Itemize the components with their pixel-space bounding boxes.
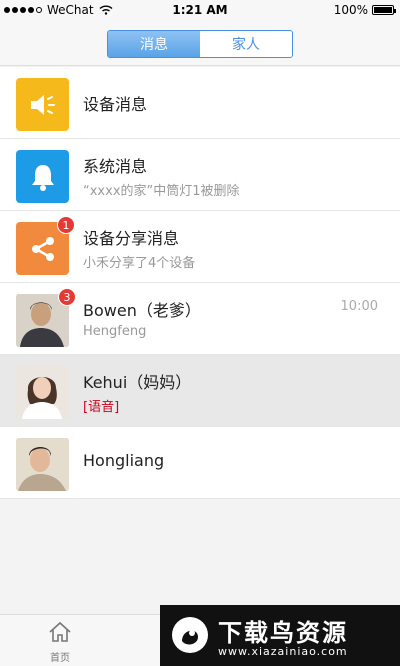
item-title: Hongliang [83, 451, 165, 470]
tab-home-label: 首页 [50, 653, 70, 664]
speaker-icon [16, 78, 69, 131]
status-bar: WeChat 1:21 AM 100% [0, 0, 400, 20]
avatar [16, 366, 69, 419]
avatar [16, 438, 69, 491]
watermark-title: 下载鸟资源 [218, 619, 348, 647]
home-icon [49, 621, 71, 642]
item-title: 设备消息 [83, 95, 148, 114]
item-time: 10:00 [340, 299, 378, 314]
list-item[interactable]: Hongliang [0, 427, 400, 499]
list-item[interactable]: 系统消息 “xxxx的家”中筒灯1被删除 [0, 139, 400, 211]
list-item[interactable]: 设备消息 [0, 67, 400, 139]
item-title: 系统消息 [83, 157, 148, 176]
item-subtitle: [语音] [83, 400, 120, 415]
unread-badge: 1 [57, 216, 75, 234]
tab-home[interactable]: 首页 [42, 621, 78, 664]
tab-family[interactable]: 家人 [200, 31, 292, 57]
battery-percent: 100% [333, 3, 368, 17]
unread-badge: 3 [58, 288, 76, 306]
watermark: 下载鸟资源 www.xiazainiao.com [160, 605, 400, 666]
item-title: 设备分享消息 [83, 229, 180, 248]
item-subtitle: 小禾分享了4个设备 [83, 256, 196, 271]
item-subtitle: Hengfeng [83, 324, 147, 339]
item-title: Kehui（妈妈） [83, 373, 192, 392]
list-item[interactable]: 1 设备分享消息 小禾分享了4个设备 [0, 211, 400, 283]
item-title: Bowen（老爹） [83, 301, 201, 320]
battery-icon [372, 5, 396, 15]
header: 消息 家人 [0, 20, 400, 66]
watermark-logo-icon [172, 617, 208, 653]
list-item[interactable]: 3 Bowen（老爹） Hengfeng 10:00 [0, 283, 400, 355]
share-icon: 1 [16, 216, 75, 275]
watermark-url: www.xiazainiao.com [218, 645, 348, 658]
list-item[interactable]: Kehui（妈妈） [语音] [0, 355, 400, 427]
bell-icon [16, 150, 69, 203]
segmented-control: 消息 家人 [107, 30, 293, 58]
tab-messages[interactable]: 消息 [108, 31, 200, 57]
message-list: 设备消息 系统消息 “xxxx的家”中筒灯1被删除 1 设备分享消息 小禾分享了… [0, 67, 400, 499]
item-subtitle: “xxxx的家”中筒灯1被删除 [83, 184, 240, 199]
status-right: 100% [333, 3, 396, 17]
